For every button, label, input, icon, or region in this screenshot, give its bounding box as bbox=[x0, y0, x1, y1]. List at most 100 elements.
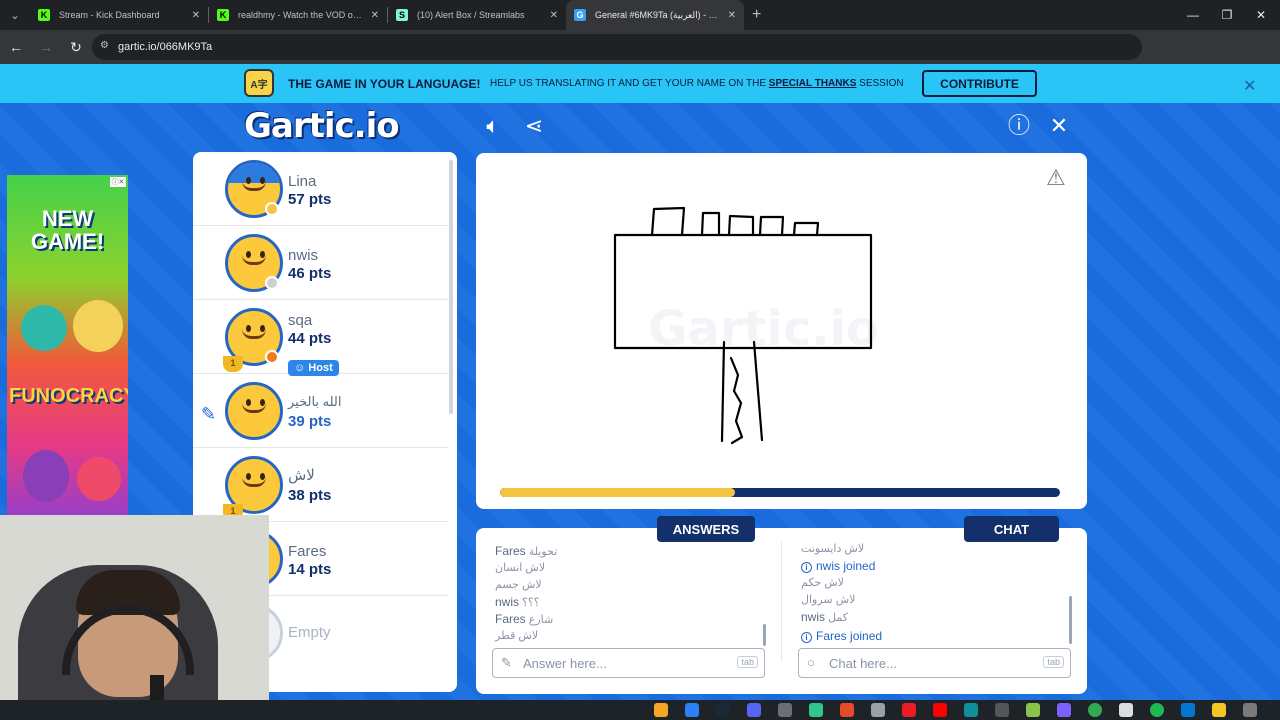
new-tab-icon[interactable]: + bbox=[752, 6, 761, 24]
info-icon[interactable]: ⓘ bbox=[1005, 112, 1033, 140]
discord-icon[interactable] bbox=[747, 703, 761, 717]
ad-emoji-icon bbox=[77, 457, 121, 501]
windows-taskbar bbox=[0, 700, 1280, 720]
answer-message: لاش جسم bbox=[495, 578, 542, 591]
browser-tab-active[interactable]: G General #6MK9Ta (العربية) - Gartic.io … bbox=[566, 0, 744, 30]
exit-icon[interactable]: ✕ bbox=[1045, 112, 1073, 140]
player-card[interactable]: 1 sqa 44 pts ☺ Host bbox=[193, 300, 449, 376]
reload-icon[interactable]: ↻ bbox=[62, 33, 90, 61]
message-user: Fares bbox=[495, 544, 526, 558]
ad-character-icon bbox=[23, 450, 69, 502]
chat-tab[interactable]: CHAT bbox=[964, 516, 1059, 542]
player-points: 46 pts bbox=[288, 265, 332, 282]
chat-scrollbar[interactable] bbox=[1069, 596, 1072, 644]
chat-system-message: i nwis joined bbox=[801, 559, 875, 573]
gartic-favicon-icon: G bbox=[574, 9, 586, 21]
message-text: لاش حكم bbox=[801, 577, 844, 589]
banner-title: THE GAME IN YOUR LANGUAGE! bbox=[288, 77, 481, 91]
drawing-stroke bbox=[758, 215, 785, 237]
drawing-stroke bbox=[792, 221, 820, 237]
tab-key-hint: tab bbox=[1043, 656, 1064, 668]
ad-choices-icon[interactable]: ⓘ✕ bbox=[110, 177, 126, 187]
banner-close-icon[interactable]: ✕ bbox=[1243, 76, 1256, 96]
answers-scrollbar[interactable] bbox=[763, 624, 766, 646]
answer-message: nwis ؟؟؟ bbox=[495, 595, 540, 609]
message-text: joined bbox=[840, 559, 876, 573]
chat-system-message: i Fares joined bbox=[801, 629, 882, 643]
site-info-icon[interactable]: ⚙ bbox=[100, 40, 112, 52]
report-warning-icon[interactable]: ⚠ bbox=[1046, 165, 1066, 191]
taskbar-app-icon[interactable] bbox=[1243, 703, 1257, 717]
special-thanks-link[interactable]: SPECIAL THANKS bbox=[769, 78, 857, 89]
browser-tab[interactable]: K realdhmy - Watch the VOD on Kick ✕ bbox=[209, 0, 387, 30]
advertisement[interactable]: ⓘ✕ NEW GAME! FUNOCRACY bbox=[7, 175, 128, 515]
webcam-overlay bbox=[0, 515, 269, 720]
info-icon: i bbox=[801, 632, 812, 643]
message-text: لاش قطر bbox=[495, 630, 539, 642]
drawing-canvas[interactable] bbox=[476, 153, 1087, 483]
forward-icon[interactable]: → bbox=[32, 33, 60, 61]
sound-icon[interactable]: 🔈︎ bbox=[479, 112, 507, 140]
back-icon[interactable]: ← bbox=[2, 33, 30, 61]
browser-tab-bar: ⌄ K Stream - Kick Dashboard ✕ K realdhmy… bbox=[0, 0, 1280, 30]
spotify-icon[interactable] bbox=[1150, 703, 1164, 717]
host-badge-label: Host bbox=[308, 362, 333, 374]
trophy-icon: 1 bbox=[223, 356, 243, 372]
obs-icon[interactable] bbox=[778, 703, 792, 717]
chrome-icon[interactable] bbox=[1088, 703, 1102, 717]
drawing-stroke bbox=[650, 206, 686, 237]
drawing-stroke bbox=[727, 214, 755, 237]
tab-close-icon[interactable]: ✕ bbox=[192, 10, 200, 21]
taskbar-app-icon[interactable] bbox=[685, 703, 699, 717]
chat-bubble-icon: ○ bbox=[807, 655, 815, 670]
taskbar-app-icon[interactable] bbox=[840, 703, 854, 717]
ad-character-icon bbox=[73, 300, 123, 352]
banner-text-before: HELP US TRANSLATING IT AND GET YOUR NAME… bbox=[490, 78, 769, 89]
answer-message: Fares تحويلة bbox=[495, 544, 557, 558]
tab-search-icon[interactable]: ⌄ bbox=[0, 0, 30, 30]
info-icon: i bbox=[801, 562, 812, 573]
youtube-icon[interactable] bbox=[933, 703, 947, 717]
taskbar-app-icon[interactable] bbox=[1119, 703, 1133, 717]
player-name: الله بالخير bbox=[288, 394, 342, 409]
file-explorer-icon[interactable] bbox=[1212, 703, 1226, 717]
translate-banner: A字 THE GAME IN YOUR LANGUAGE! HELP US TR… bbox=[0, 64, 1280, 103]
taskbar-app-icon[interactable] bbox=[1181, 703, 1195, 717]
restore-icon[interactable]: ❐ bbox=[1210, 0, 1244, 30]
player-card[interactable]: nwis 46 pts bbox=[193, 226, 449, 300]
taskbar-app-icon[interactable] bbox=[1057, 703, 1071, 717]
empty-slot-label: Empty bbox=[288, 624, 331, 641]
taskbar-app-icon[interactable] bbox=[1026, 703, 1040, 717]
chat-input[interactable]: ○ Chat here... tab bbox=[798, 648, 1071, 678]
players-scrollbar[interactable] bbox=[449, 160, 453, 414]
edge-icon[interactable] bbox=[964, 703, 978, 717]
steam-icon[interactable] bbox=[716, 703, 730, 717]
tab-close-icon[interactable]: ✕ bbox=[371, 10, 379, 21]
player-card[interactable]: Lina 57 pts bbox=[193, 152, 449, 226]
drawing-board[interactable]: Gartic.io ⚠ bbox=[476, 153, 1087, 509]
address-bar[interactable]: ⚙ gartic.io/066MK9Ta bbox=[92, 34, 1142, 60]
window-close-icon[interactable]: ✕ bbox=[1244, 0, 1278, 30]
taskbar-app-icon[interactable] bbox=[871, 703, 885, 717]
answers-tab[interactable]: ANSWERS bbox=[657, 516, 755, 542]
answer-input[interactable]: ✎ Answer here... tab bbox=[492, 648, 765, 678]
contribute-button[interactable]: CONTRIBUTE bbox=[922, 70, 1037, 97]
player-name: Fares bbox=[288, 543, 327, 560]
share-icon[interactable]: ⋖ bbox=[520, 112, 548, 140]
browser-tab[interactable]: S (10) Alert Box / Streamlabs ✕ bbox=[388, 0, 566, 30]
player-name: Lina bbox=[288, 173, 317, 190]
taskbar-app-icon[interactable] bbox=[809, 703, 823, 717]
player-card[interactable]: ✎ الله بالخير 39 pts bbox=[193, 374, 449, 448]
browser-tab[interactable]: K Stream - Kick Dashboard ✕ bbox=[30, 0, 208, 30]
status-dot bbox=[265, 202, 279, 216]
tab-close-icon[interactable]: ✕ bbox=[728, 10, 736, 21]
ad-brand: FUNOCRACY bbox=[9, 385, 128, 407]
player-card[interactable]: 1 لاش 38 pts bbox=[193, 448, 449, 522]
taskbar-app-icon[interactable] bbox=[902, 703, 916, 717]
taskbar-app-icon[interactable] bbox=[654, 703, 668, 717]
player-points: 39 pts bbox=[288, 413, 332, 430]
minimize-icon[interactable]: — bbox=[1176, 0, 1210, 30]
tab-close-icon[interactable]: ✕ bbox=[550, 10, 558, 21]
message-text: تحويلة bbox=[528, 546, 558, 558]
media-player-icon[interactable] bbox=[995, 703, 1009, 717]
